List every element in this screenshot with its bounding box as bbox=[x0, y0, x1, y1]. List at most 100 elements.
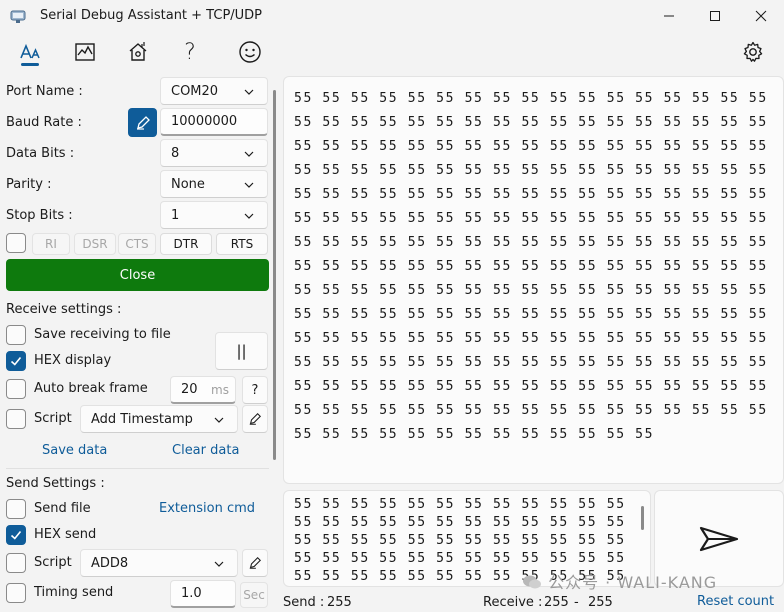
pen-icon bbox=[249, 413, 261, 425]
timing-send-label: Timing send bbox=[34, 585, 114, 600]
clear-data-link[interactable]: Clear data bbox=[172, 443, 239, 458]
receive-script-label: Script bbox=[34, 411, 72, 426]
data-bits-select[interactable]: 8 bbox=[160, 139, 268, 167]
parity-select[interactable]: None bbox=[160, 170, 268, 198]
auto-break-input[interactable]: 20 ms bbox=[170, 376, 236, 404]
hex-send-checkbox[interactable] bbox=[6, 525, 26, 545]
send-count-label: Send : bbox=[283, 595, 325, 610]
hex-display-label: HEX display bbox=[34, 353, 112, 368]
send-script-select[interactable]: ADD8 bbox=[80, 549, 238, 577]
network-icon bbox=[129, 42, 147, 61]
chevron-down-icon bbox=[244, 151, 254, 157]
chevron-down-icon bbox=[244, 182, 254, 188]
reset-count-link[interactable]: Reset count bbox=[697, 594, 774, 609]
receive-count-value: 255 bbox=[544, 595, 569, 610]
baud-rate-value: 10000000 bbox=[171, 114, 238, 129]
send-script-value: ADD8 bbox=[91, 555, 129, 571]
minimize-icon bbox=[664, 15, 674, 17]
port-name-value: COM20 bbox=[171, 83, 219, 99]
chevron-down-icon bbox=[214, 417, 224, 423]
hex-display-checkbox[interactable] bbox=[6, 351, 26, 371]
stop-bits-label: Stop Bits : bbox=[6, 208, 73, 223]
smiley-icon bbox=[239, 41, 261, 63]
timing-unit: Sec bbox=[240, 582, 268, 608]
send-file-checkbox[interactable] bbox=[6, 499, 26, 519]
auto-break-label: Auto break frame bbox=[34, 381, 148, 396]
receive-script-checkbox[interactable] bbox=[6, 409, 26, 429]
tool-chart[interactable] bbox=[69, 36, 101, 68]
auto-break-help-button[interactable]: ? bbox=[242, 376, 268, 404]
port-name-label: Port Name : bbox=[6, 84, 83, 99]
receive-text-area[interactable]: 55 55 55 55 55 55 55 55 55 55 55 55 55 5… bbox=[283, 76, 784, 484]
auto-break-unit: ms bbox=[211, 383, 229, 397]
parity-value: None bbox=[171, 176, 205, 192]
send-area-scrollbar[interactable] bbox=[641, 506, 644, 530]
checkmark-icon bbox=[10, 530, 22, 540]
watermark-text: 公众号 · WALI-KANG bbox=[548, 573, 718, 592]
save-to-file-label: Save receiving to file bbox=[34, 327, 171, 342]
send-count-value: 255 bbox=[327, 595, 352, 610]
chevron-down-icon bbox=[244, 213, 254, 219]
checkmark-icon bbox=[10, 356, 22, 366]
send-file-label: Send file bbox=[34, 501, 91, 516]
app-icon bbox=[10, 10, 26, 23]
pause-icon: || bbox=[236, 342, 247, 360]
baud-rate-label: Baud Rate : bbox=[6, 115, 82, 130]
timing-send-checkbox[interactable] bbox=[6, 583, 26, 603]
close-window-button[interactable] bbox=[738, 0, 784, 32]
receive-count-label: Receive : bbox=[483, 595, 543, 610]
auto-break-value: 20 bbox=[181, 382, 198, 397]
chevron-down-icon bbox=[214, 561, 224, 567]
help-icon: ? bbox=[184, 39, 196, 65]
receive-settings-heading: Receive settings : bbox=[6, 302, 122, 317]
receive-data-text: 55 55 55 55 55 55 55 55 55 55 55 55 55 5… bbox=[294, 91, 778, 442]
maximize-button[interactable] bbox=[692, 0, 738, 32]
close-port-button[interactable]: Close bbox=[6, 259, 269, 291]
send-script-label: Script bbox=[34, 555, 72, 570]
baud-rate-edit-button[interactable] bbox=[128, 108, 157, 137]
pin-rts-button[interactable]: RTS bbox=[216, 233, 268, 255]
save-data-link[interactable]: Save data bbox=[42, 443, 107, 458]
baud-rate-input[interactable]: 10000000 bbox=[160, 108, 268, 136]
pin-dsr: DSR bbox=[74, 233, 116, 255]
timing-send-input[interactable]: 1.0 bbox=[170, 580, 236, 608]
tool-smiley[interactable] bbox=[234, 36, 266, 68]
gear-icon bbox=[743, 41, 763, 62]
pin-dtr-button[interactable]: DTR bbox=[160, 233, 212, 255]
wechat-icon bbox=[523, 575, 541, 589]
save-to-file-checkbox[interactable] bbox=[6, 325, 26, 345]
tool-network[interactable] bbox=[122, 36, 154, 68]
send-script-edit-button[interactable] bbox=[242, 549, 268, 577]
data-bits-value: 8 bbox=[171, 145, 180, 161]
chart-icon bbox=[75, 43, 95, 61]
send-script-checkbox[interactable] bbox=[6, 553, 26, 573]
receive-script-select[interactable]: Add Timestamp bbox=[80, 405, 238, 433]
pin-ri: RI bbox=[32, 233, 70, 255]
section-divider bbox=[6, 468, 269, 469]
receive-count-separator: - bbox=[574, 595, 579, 610]
auto-break-checkbox[interactable] bbox=[6, 379, 26, 399]
port-name-select[interactable]: COM20 bbox=[160, 77, 268, 105]
pause-button[interactable]: || bbox=[215, 332, 268, 370]
data-bits-label: Data Bits : bbox=[6, 146, 75, 161]
pins-checkbox[interactable] bbox=[6, 233, 26, 253]
stop-bits-select[interactable]: 1 bbox=[160, 201, 268, 229]
receive-script-value: Add Timestamp bbox=[91, 411, 193, 427]
pen-icon bbox=[136, 115, 150, 130]
receive-script-edit-button[interactable] bbox=[242, 405, 268, 433]
window-title: Serial Debug Assistant + TCP/UDP bbox=[40, 8, 263, 23]
minimize-button[interactable] bbox=[646, 0, 692, 32]
settings-button[interactable] bbox=[737, 36, 769, 68]
pen-icon bbox=[249, 557, 261, 569]
timing-send-value: 1.0 bbox=[181, 586, 202, 601]
hex-send-label: HEX send bbox=[34, 527, 97, 542]
chevron-down-icon bbox=[244, 89, 254, 95]
send-icon bbox=[699, 526, 739, 551]
extension-cmd-link[interactable]: Extension cmd bbox=[159, 501, 255, 516]
maximize-icon bbox=[710, 11, 720, 21]
receive-count-value-2: 255 bbox=[588, 595, 613, 610]
left-panel-scrollbar[interactable] bbox=[273, 90, 276, 460]
close-icon bbox=[755, 10, 767, 22]
tool-help[interactable]: ? bbox=[174, 36, 206, 68]
watermark: 公众号 · WALI-KANG bbox=[522, 569, 717, 593]
